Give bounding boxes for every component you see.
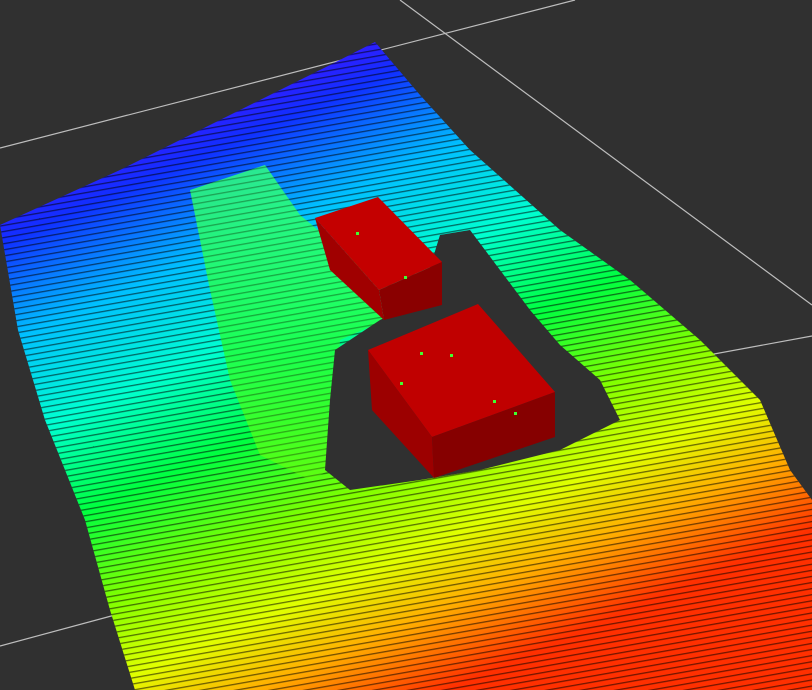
stray-point <box>420 352 423 355</box>
stray-point <box>404 276 407 279</box>
grid-line <box>0 614 116 647</box>
stray-point <box>514 412 517 415</box>
3d-viewport[interactable] <box>0 0 812 690</box>
stray-point <box>356 232 359 235</box>
stray-point <box>450 354 453 357</box>
point-cloud-scene[interactable] <box>0 0 812 690</box>
stray-point <box>400 382 403 385</box>
stray-point <box>493 400 496 403</box>
